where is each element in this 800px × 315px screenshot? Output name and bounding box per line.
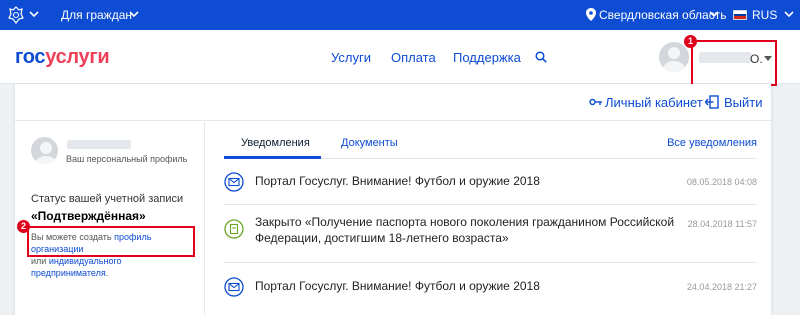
region-selector[interactable]: Свердловская область [599, 8, 726, 22]
notification-title[interactable]: Портал Госуслуг. Внимание! Футбол и оруж… [255, 173, 540, 190]
user-menu-highlight [691, 40, 777, 86]
tab-notifications[interactable]: Уведомления [241, 137, 310, 150]
personal-cabinet-link[interactable]: Личный кабинет [605, 95, 703, 110]
gosuslugi-logo[interactable]: госуслуги [15, 45, 110, 69]
nav-support[interactable]: Поддержка [453, 50, 521, 65]
user-avatar[interactable] [659, 42, 689, 72]
notification-date: 28.04.2018 11:57 [687, 219, 757, 229]
profile-column: Ваш персональный профиль Статус вашей уч… [15, 122, 205, 315]
chevron-down-icon[interactable] [29, 10, 39, 18]
notification-title[interactable]: Портал Госуслуг. Внимание! Футбол и оруж… [255, 278, 540, 295]
all-notifications-link[interactable]: Все уведомления [667, 137, 757, 149]
account-status-value: «Подтверждённая» [31, 209, 146, 223]
audience-selector[interactable]: Для граждан [61, 8, 132, 22]
step-badge-2: 2 [17, 220, 30, 233]
location-pin-icon [586, 8, 596, 21]
divider [224, 204, 757, 205]
panel-top-bar: Личный кабинет Выйти [15, 84, 771, 121]
mail-icon [224, 172, 244, 192]
nav-payment[interactable]: Оплата [391, 50, 436, 65]
account-status-label: Статус вашей учетной записи [31, 193, 184, 205]
coat-of-arms-icon[interactable] [6, 5, 26, 25]
russian-flag-icon [733, 10, 747, 20]
key-icon [589, 98, 602, 106]
chevron-down-icon[interactable] [709, 10, 719, 18]
search-icon[interactable] [535, 51, 547, 63]
personal-profile-link[interactable]: Ваш персональный профиль [66, 154, 187, 164]
notification-title-line1[interactable]: Закрыто «Получение паспорта нового покол… [255, 214, 674, 231]
nav-services[interactable]: Услуги [331, 50, 371, 65]
chevron-down-icon[interactable] [129, 10, 139, 18]
notifications-column: Уведомления Документы Все уведомления По… [206, 122, 771, 315]
profile-avatar [31, 137, 58, 164]
logo-part-gos: гос [15, 46, 46, 68]
note-text: или [31, 256, 49, 266]
step-badge-1: 1 [684, 35, 697, 48]
notification-item[interactable]: Портал Госуслуг. Внимание! Футбол и оруж… [224, 274, 757, 300]
chevron-down-icon[interactable] [784, 10, 794, 18]
notification-item[interactable]: Закрыто «Получение паспорта нового покол… [224, 214, 757, 256]
notification-title-line2[interactable]: Федерации, достигшим 18-летнего возраста… [255, 230, 509, 247]
note-text: Вы можете создать [31, 232, 115, 242]
mail-icon [224, 277, 244, 297]
create-profile-note: Вы можете создать профиль организации ил… [27, 226, 195, 278]
notification-date: 24.04.2018 21:27 [686, 282, 757, 292]
passport-icon [224, 219, 244, 239]
logout-link[interactable]: Выйти [724, 95, 763, 110]
user-dropdown-panel: Личный кабинет Выйти Ваш персональный пр… [15, 84, 771, 315]
notification-item[interactable]: Портал Госуслуг. Внимание! Футбол и оруж… [224, 169, 757, 195]
divider [224, 262, 757, 263]
top-bar: Для граждан Свердловская область RUS [0, 0, 800, 30]
tab-documents[interactable]: Документы [341, 137, 398, 150]
active-tab-indicator [224, 156, 321, 159]
exit-icon [705, 95, 719, 109]
notification-date: 08.05.2018 04:08 [686, 177, 757, 187]
profile-name-redacted [67, 140, 131, 149]
note-text: . [105, 268, 109, 278]
language-selector[interactable]: RUS [752, 8, 777, 22]
logo-part-uslugi: услуги [45, 46, 110, 68]
